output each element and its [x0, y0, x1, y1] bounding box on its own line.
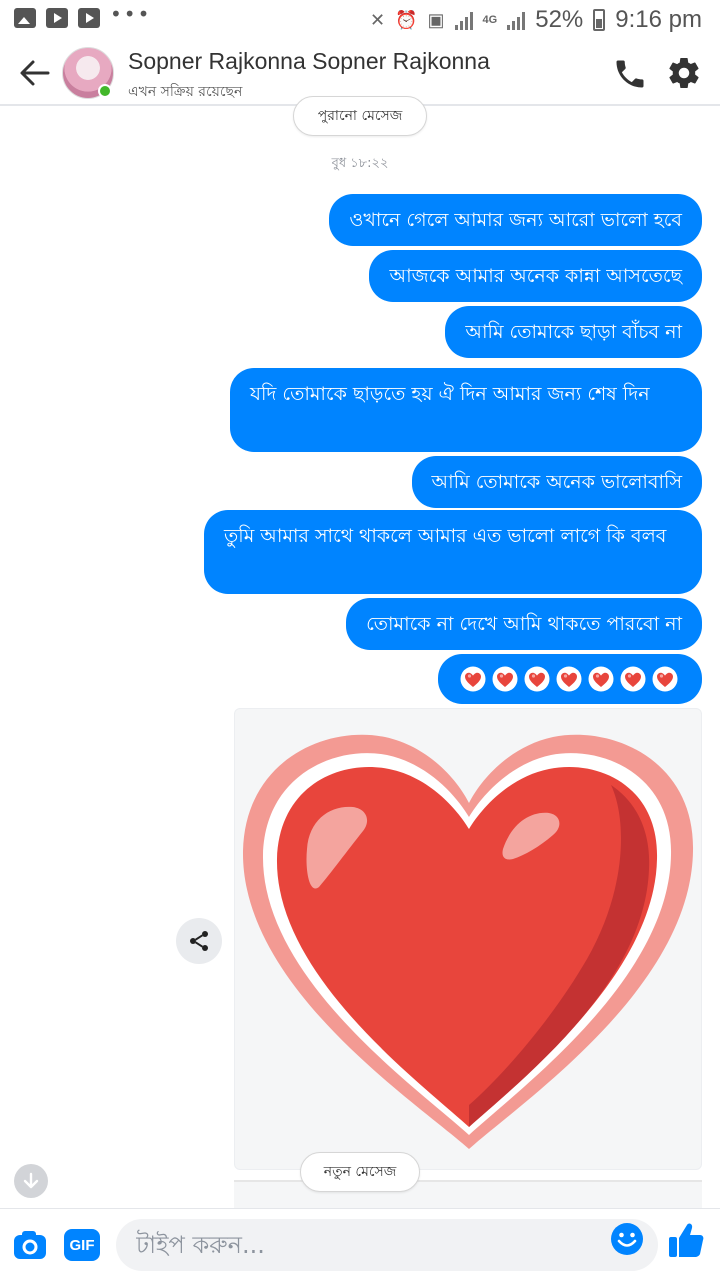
message-bubble[interactable]: আমি তোমাকে অনেক ভালোবাসি	[411, 456, 702, 508]
network-type: 4G	[482, 14, 498, 26]
message-bubble[interactable]: আমি তোমাকে ছাড়া বাঁচব না	[445, 306, 702, 358]
back-arrow-icon[interactable]	[18, 58, 52, 88]
alarm-icon: ⏰	[395, 9, 418, 30]
arrow-down-icon	[23, 1172, 39, 1189]
gif-button[interactable]: GIF	[64, 1229, 100, 1261]
message-bubble[interactable]: তোমাকে না দেখে আমি থাকতে পারবো না	[346, 598, 702, 650]
mute-icon: ✕	[370, 9, 386, 30]
thumbs-up-icon[interactable]	[666, 1220, 706, 1260]
message-bubble[interactable]: ওখানে গেলে আমার জন্য আরো ভালো হবে	[329, 194, 702, 246]
pink-heart-emoji	[492, 666, 518, 692]
contact-name[interactable]: Sopner Rajkonna Sopner Rajkonna	[128, 48, 490, 75]
emoji-row	[460, 664, 680, 692]
pink-heart-emoji	[620, 666, 646, 692]
message-input-container[interactable]	[116, 1219, 658, 1271]
status-bar: ••• ✕ ⏰ ▣ 4G 52% 9:16 pm	[0, 0, 720, 40]
share-button[interactable]	[176, 918, 222, 964]
online-indicator	[98, 84, 112, 98]
gallery-icon	[14, 8, 36, 28]
status-system-icons: ✕ ⏰ ▣ 4G 52% 9:16 pm	[370, 6, 702, 34]
battery-icon	[593, 9, 606, 31]
more-dots-icon: •••	[110, 2, 152, 26]
emoji-message-bubble[interactable]	[438, 654, 702, 704]
camera-icon[interactable]	[12, 1227, 48, 1263]
pink-heart-emoji	[556, 666, 582, 692]
heart-sticker-image	[242, 734, 694, 1149]
status-notification-icons: •••	[14, 2, 151, 28]
pink-heart-emoji	[524, 666, 550, 692]
message-input[interactable]	[136, 1225, 606, 1265]
gear-icon[interactable]	[666, 55, 702, 91]
phone-call-icon[interactable]	[612, 56, 648, 92]
active-status: এখন সক্রিয় রয়েছেন	[128, 84, 243, 100]
message-timestamp: বুধ ১৮:২২	[331, 156, 389, 171]
pink-heart-emoji	[652, 666, 678, 692]
signal-icon	[507, 10, 526, 30]
heart-sticker[interactable]	[234, 708, 702, 1170]
signal-icon	[454, 10, 473, 30]
older-messages-button[interactable]: পুরানো মেসেজ	[293, 96, 427, 136]
message-bubble[interactable]: যদি তোমাকে ছাড়তে হয় ঐ দিন আমার জন্য শে…	[230, 368, 702, 452]
pink-heart-emoji	[460, 666, 486, 692]
message-bubble[interactable]: তুমি আমার সাথে থাকলে আমার এত ভালো লাগে ক…	[204, 510, 702, 594]
sim-icon: ▣	[427, 9, 445, 30]
new-messages-button[interactable]: নতুন মেসেজ	[300, 1152, 420, 1192]
emoji-icon[interactable]	[610, 1222, 644, 1256]
message-bubble[interactable]: আজকে আমার অনেক কান্না আসতেছে	[369, 250, 702, 302]
battery-percent: 52%	[535, 6, 584, 33]
pink-heart-emoji	[588, 666, 614, 692]
youtube-icon	[46, 8, 68, 28]
clock: 9:16 pm	[615, 6, 702, 33]
share-icon	[190, 931, 208, 951]
scroll-to-bottom-button[interactable]	[14, 1164, 48, 1198]
youtube-icon	[78, 8, 100, 28]
